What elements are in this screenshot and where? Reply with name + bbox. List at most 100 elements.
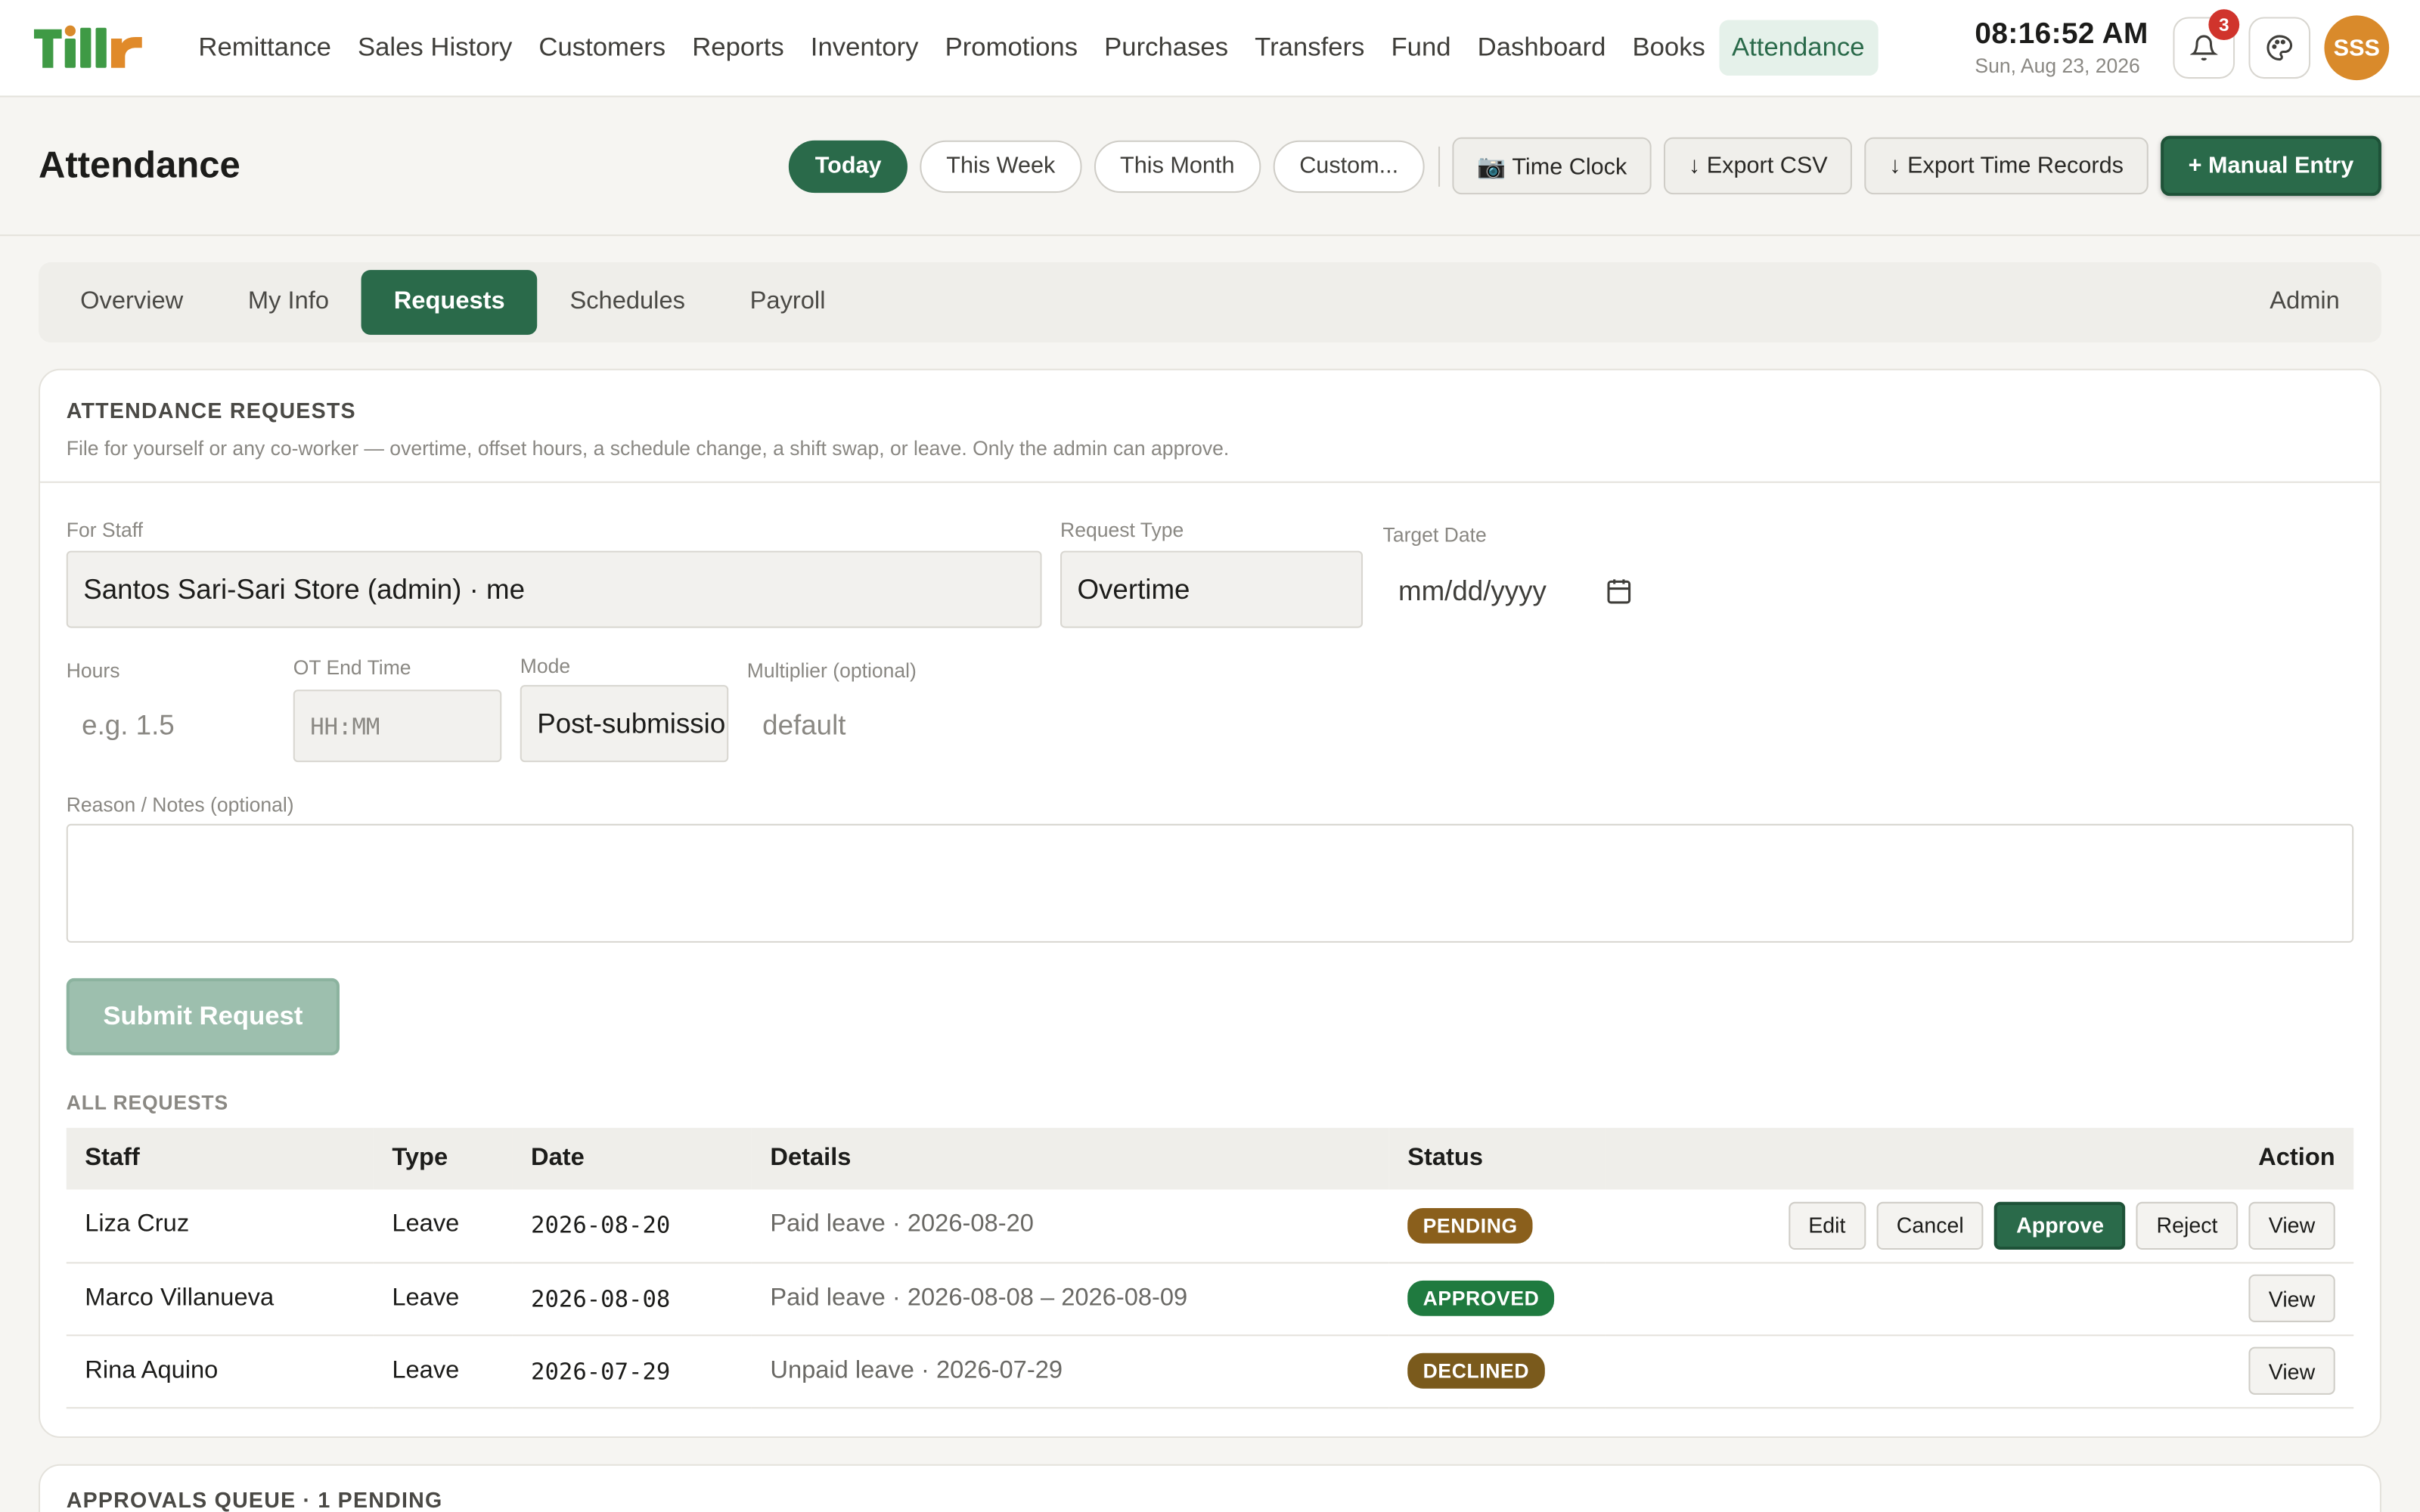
attendance-requests-card: ATTENDANCE REQUESTS File for yourself or… [39,368,2381,1439]
notifications-button[interactable]: 3 [2173,9,2240,79]
row-actions: View [1605,1334,2354,1408]
hours-input[interactable]: e.g. 1.5 [67,686,275,764]
bell-icon [2189,35,2218,61]
view-button[interactable]: View [2248,1346,2335,1395]
cancel-button[interactable]: Cancel [1876,1201,1984,1250]
col-type: Type [392,1145,448,1171]
mode-select[interactable]: Post-submission [520,685,729,763]
range-today[interactable]: Today [789,139,908,193]
col-staff: Staff [85,1145,140,1171]
row-type: Leave [373,1262,513,1336]
card-subtitle: File for yourself or any co-worker — ove… [66,436,1230,460]
page-header: Attendance Today This Week This Month Cu… [0,98,2420,237]
edit-button[interactable]: Edit [1788,1201,1866,1250]
approvals-queue-title: APPROVALS QUEUE · 1 PENDING [66,1487,443,1512]
status-badge: DECLINED [1407,1352,1545,1389]
nav-books[interactable]: Books [1619,20,1719,76]
palette-icon [2266,35,2293,61]
row-details: Unpaid leave · 2026-07-29 [751,1334,1389,1408]
request-form: For Staff Santos Sari-Sari Store (admin)… [40,483,2380,1432]
row-staff: Marco Villanueva [66,1262,374,1336]
tab-requests[interactable]: Requests [361,270,538,335]
nav-promotions[interactable]: Promotions [932,20,1091,76]
row-staff: Liza Cruz [66,1189,374,1263]
table-row: Marco Villanueva Leave 2026-08-08 Paid l… [66,1262,2354,1336]
table-header-row: Staff Type Date Details Status Action [66,1127,2354,1190]
tab-schedules[interactable]: Schedules [538,270,718,335]
export-time-records-button[interactable]: ↓ Export Time Records [1864,137,2149,195]
nav-sales-history[interactable]: Sales History [344,20,525,76]
card-title: ATTENDANCE REQUESTS [66,398,356,423]
row-date: 2026-08-20 [512,1189,752,1263]
for-staff-label: For Staff [66,518,144,542]
range-this-week[interactable]: This Week [920,139,1082,193]
time-clock-button[interactable]: 📷 Time Clock [1452,137,1652,195]
export-csv-button[interactable]: ↓ Export CSV [1664,137,1853,195]
tab-my-info[interactable]: My Info [216,270,361,335]
reason-label: Reason / Notes (optional) [66,792,294,816]
table-row: Liza Cruz Leave 2026-08-20 Paid leave · … [66,1189,2354,1263]
view-button[interactable]: View [2248,1201,2335,1250]
row-actions: View [1605,1262,2354,1336]
nav-transfers[interactable]: Transfers [1242,20,1378,76]
approve-button[interactable]: Approve [1994,1201,2126,1250]
ot-end-time-label: OT End Time [293,655,411,679]
main-nav: Remittance Sales History Customers Repor… [185,20,1959,76]
status-badge: APPROVED [1407,1280,1555,1316]
nav-customers[interactable]: Customers [526,20,679,76]
nav-inventory[interactable]: Inventory [797,20,932,76]
tab-admin[interactable]: Admin [2237,270,2372,335]
row-date: 2026-07-29 [512,1334,752,1408]
logo-mark-icon [33,25,142,68]
row-date: 2026-08-08 [512,1262,752,1336]
reason-textarea[interactable] [66,823,2354,943]
mode-label: Mode [520,654,571,677]
user-avatar[interactable]: SSS [2324,15,2390,81]
nav-reports[interactable]: Reports [679,20,798,76]
nav-dashboard[interactable]: Dashboard [1464,20,1619,76]
row-type: Leave [373,1334,513,1408]
multiplier-input[interactable]: default [747,686,979,764]
requests-table: Staff Type Date Details Status Action Li… [66,1127,2354,1408]
clock-time: 08:16:52 AM [1975,18,2149,51]
attendance-tabs: Overview My Info Requests Schedules Payr… [39,262,2381,343]
row-status-cell: DECLINED [1388,1334,1606,1408]
tab-payroll[interactable]: Payroll [718,270,858,335]
nav-remittance[interactable]: Remittance [185,20,345,76]
submit-request-button[interactable]: Submit Request [66,978,340,1055]
target-date-placeholder: mm/dd/yyyy [1398,575,1547,606]
header-divider [1438,145,1441,186]
range-this-month[interactable]: This Month [1094,139,1261,193]
view-button[interactable]: View [2248,1274,2335,1322]
tillr-logo[interactable] [33,25,151,71]
nav-purchases[interactable]: Purchases [1091,20,1242,76]
nav-attendance[interactable]: Attendance [1718,20,1879,76]
clock: 08:16:52 AM Sun, Aug 23, 2026 [1975,18,2148,77]
page-title: Attendance [39,144,240,186]
manual-entry-button[interactable]: + Manual Entry [2160,135,2381,197]
multiplier-label: Multiplier (optional) [746,658,917,683]
col-status: Status [1407,1145,1484,1171]
range-custom[interactable]: Custom... [1273,139,1425,193]
row-staff: Rina Aquino [66,1334,374,1408]
app-root: Remittance Sales History Customers Repor… [0,0,2420,1512]
card-header: ATTENDANCE REQUESTS File for yourself or… [40,370,2380,483]
notification-count-badge: 3 [2208,9,2240,41]
calendar-icon[interactable] [1605,577,1633,605]
theme-button[interactable] [2248,17,2311,79]
request-type-label: Request Type [1060,518,1184,542]
for-staff-select[interactable]: Santos Sari-Sari Store (admin) · me [66,550,1042,628]
tab-overview[interactable]: Overview [48,270,216,335]
row-details: Paid leave · 2026-08-08 – 2026-08-09 [751,1262,1389,1336]
request-type-select[interactable]: Overtime [1060,550,1364,628]
col-date: Date [531,1145,585,1171]
row-actions: Edit Cancel Approve Reject View [1605,1189,2354,1263]
row-status-cell: PENDING [1388,1189,1606,1263]
target-date-input[interactable]: mm/dd/yyyy [1383,553,1677,630]
col-action: Action [2258,1145,2335,1171]
ot-end-time-input[interactable]: HH:MM [293,689,502,763]
row-type: Leave [373,1189,513,1263]
reject-button[interactable]: Reject [2136,1201,2238,1250]
approvals-queue-card: APPROVALS QUEUE · 1 PENDING [39,1464,2381,1512]
nav-fund[interactable]: Fund [1378,20,1464,76]
